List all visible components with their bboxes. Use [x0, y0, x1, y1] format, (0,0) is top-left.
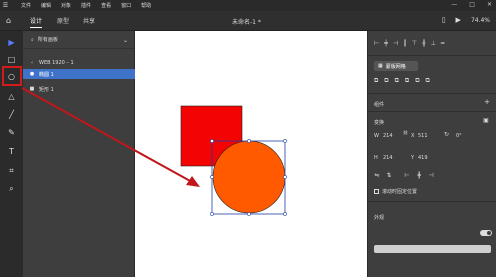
subtract-shape-icon[interactable]: ⧉ — [384, 77, 388, 85]
app-window: ☰ 文件 编辑 对象 插件 查看 窗口 帮助 — □ ✕ ⌂ 设计 原型 共享 … — [0, 0, 496, 277]
align-middle-icon[interactable]: ╫ — [422, 40, 426, 47]
width-field[interactable]: 214 — [383, 133, 393, 139]
align-toolbar: ⊢ ╪ ⊣ ║ ⊤ ╫ ⊥ ═ — [374, 40, 444, 47]
mask-grid-label: 蒙版网格 — [385, 63, 406, 70]
intersect-shape-icon[interactable]: ⧉ — [395, 77, 399, 85]
align-center-icon[interactable]: ╪ — [384, 40, 388, 47]
rotation-field[interactable]: 0° — [456, 133, 462, 139]
add-component-icon[interactable]: + — [484, 98, 490, 106]
property-inspector: ⊢ ╪ ⊣ ║ ⊤ ╫ ⊥ ═ ▦ 蒙版网格 ⧉ ⧉ ⧉ ⧉ ⧉ ⧉ 组件 + … — [367, 31, 496, 277]
x-field[interactable]: 511 — [418, 133, 428, 139]
fix-position-checkbox[interactable] — [374, 189, 379, 194]
height-field[interactable]: 214 — [383, 155, 393, 161]
height-label: H — [374, 155, 378, 161]
responsive-resize-icon[interactable]: ▣ — [481, 116, 491, 126]
distribute-v-icon[interactable]: ═ — [441, 40, 445, 47]
divider — [368, 201, 496, 202]
components-header: 组件 — [374, 102, 385, 108]
flip-horizontal-icon[interactable]: ⇋ — [372, 171, 382, 181]
align-right-icon[interactable]: ⊣ — [393, 40, 398, 47]
align-top-icon[interactable]: ⊤ — [412, 40, 417, 47]
distribute-h-icon[interactable]: ║ — [403, 40, 407, 47]
fix-position-row[interactable]: 滚动时固定位置 — [374, 188, 417, 195]
mask-grid-button[interactable]: ▦ 蒙版网格 — [374, 61, 418, 71]
width-label: W — [374, 133, 379, 139]
appearance-header: 外观 — [374, 215, 385, 221]
transform-header: 变换 — [374, 120, 385, 126]
grid-icon: ▦ — [378, 63, 383, 69]
convert-path-icon[interactable]: ⧉ — [425, 77, 429, 85]
align-left-icon[interactable]: ⊢ — [374, 40, 379, 47]
add-shape-icon[interactable]: ⧉ — [374, 77, 378, 85]
divider — [368, 93, 496, 94]
align-bottom-icon[interactable]: ⊥ — [431, 40, 436, 47]
constraint-center-icon[interactable]: ╋ — [414, 171, 424, 181]
y-label: Y — [411, 155, 415, 161]
opacity-slider[interactable] — [374, 245, 491, 253]
lock-ratio-icon[interactable]: ⛓ — [403, 130, 408, 135]
constraint-left-icon[interactable]: ⊢ — [402, 171, 412, 181]
divider — [368, 55, 496, 56]
y-field[interactable]: 419 — [418, 155, 428, 161]
flatten-icon[interactable]: ⧉ — [415, 77, 419, 85]
boolean-ops: ⧉ ⧉ ⧉ ⧉ ⧉ ⧉ — [374, 77, 430, 85]
flip-vertical-icon[interactable]: ⇅ — [384, 171, 394, 181]
constraint-right-icon[interactable]: ⊣ — [426, 171, 436, 181]
exclude-shape-icon[interactable]: ⧉ — [405, 77, 409, 85]
rotate-icon: ↻ — [444, 131, 450, 138]
appearance-toggle[interactable] — [480, 230, 492, 236]
x-label: X — [411, 133, 415, 139]
fix-position-label: 滚动时固定位置 — [382, 189, 418, 195]
divider — [368, 111, 496, 112]
